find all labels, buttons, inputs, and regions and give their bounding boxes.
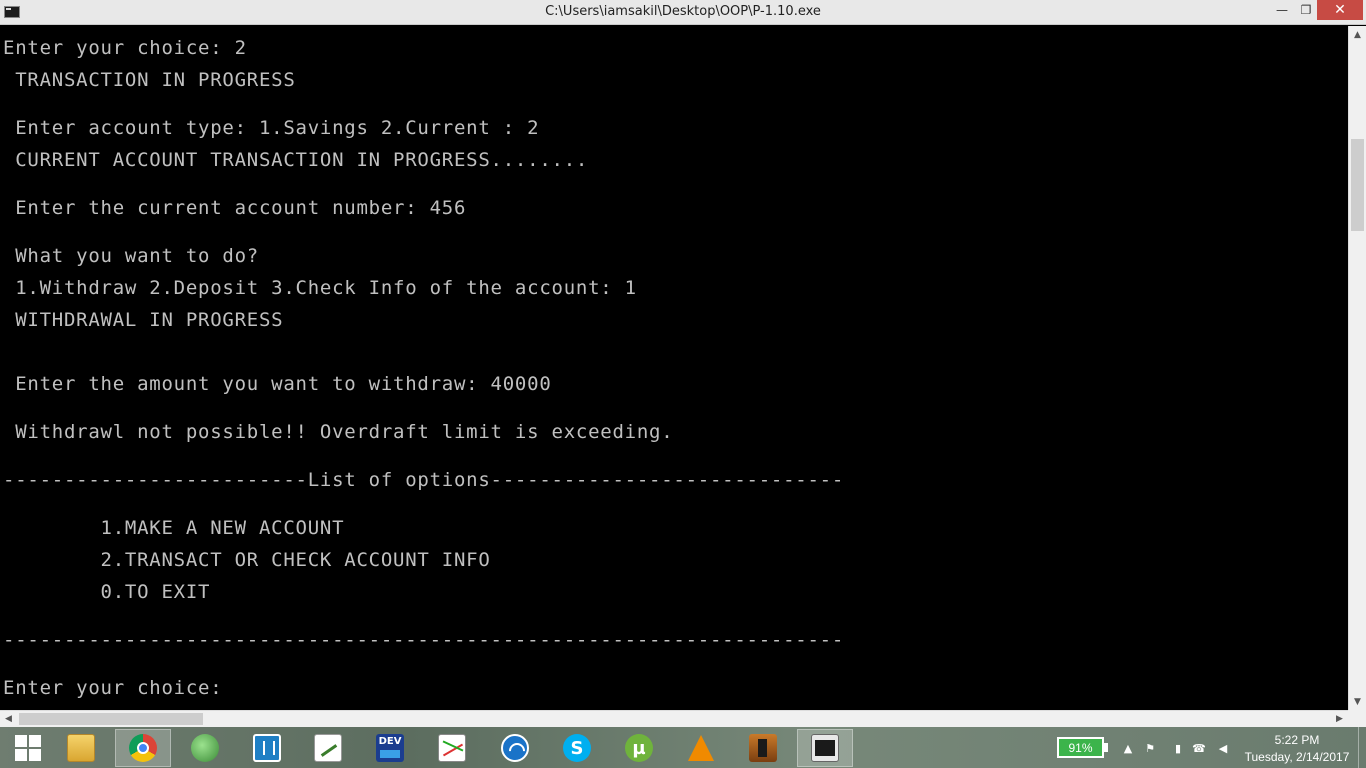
- horizontal-scroll-thumb[interactable]: [19, 713, 203, 725]
- chrome-icon: [129, 734, 157, 762]
- console-line: Enter account type: 1.Savings 2.Current …: [3, 117, 540, 139]
- graph-app-icon: [438, 734, 466, 762]
- restore-button[interactable]: ❐: [1292, 0, 1320, 20]
- battery-indicator[interactable]: 91%: [1057, 737, 1104, 758]
- network-icon[interactable]: ☎: [1192, 741, 1206, 755]
- code-editor-icon: [314, 734, 342, 762]
- console-line: Enter your choice: 2: [3, 37, 247, 59]
- console-line: WITHDRAWAL IN PROGRESS: [3, 309, 284, 331]
- console-line: 1.MAKE A NEW ACCOUNT: [3, 517, 345, 539]
- console-line: -------------------------List of options…: [3, 469, 845, 491]
- file-explorer-icon: [67, 734, 95, 762]
- taskbar-item-bracket-editor[interactable]: [239, 729, 295, 767]
- taskbar-item-skype[interactable]: S: [549, 729, 605, 767]
- console-line: Enter the amount you want to withdraw: 4…: [3, 373, 552, 395]
- battery-icon: [1104, 743, 1108, 752]
- taskbar-item-counter-strike[interactable]: [735, 729, 791, 767]
- horizontal-scrollbar[interactable]: ◀ ▶: [0, 710, 1348, 727]
- power-icon[interactable]: ▮: [1171, 741, 1185, 755]
- bracket-editor-icon: [253, 734, 281, 762]
- globe-app-icon: [191, 734, 219, 762]
- console-prompt: Enter your choice:: [3, 677, 223, 699]
- taskbar-item-utorrent[interactable]: µ: [611, 729, 667, 767]
- chevron-up-icon[interactable]: ▲: [1121, 741, 1135, 755]
- scroll-up-icon[interactable]: ▲: [1349, 26, 1366, 43]
- taskbar-item-file-explorer[interactable]: [53, 729, 109, 767]
- taskbar-item-chrome[interactable]: [115, 729, 171, 767]
- counter-strike-icon: [749, 734, 777, 762]
- scroll-right-icon[interactable]: ▶: [1331, 711, 1348, 727]
- scrollbar-corner: [1348, 710, 1366, 727]
- start-icon: [15, 735, 41, 761]
- window-title: C:\Users\iamsakil\Desktop\OOP\P-1.10.exe: [545, 4, 821, 19]
- title-bar: C:\Users\iamsakil\Desktop\OOP\P-1.10.exe…: [0, 0, 1366, 25]
- wifi-app-icon: [501, 734, 529, 762]
- skype-icon: S: [563, 734, 591, 762]
- scroll-left-icon[interactable]: ◀: [0, 711, 17, 727]
- console-line: ----------------------------------------…: [3, 629, 845, 651]
- vlc-icon: [688, 735, 714, 761]
- console-line: TRANSACTION IN PROGRESS: [3, 69, 296, 91]
- taskbar-item-console[interactable]: [797, 729, 853, 767]
- taskbar-item-graph-app[interactable]: [424, 729, 480, 767]
- taskbar-item-code-editor[interactable]: [300, 729, 356, 767]
- console-line: Enter the current account number: 456: [3, 197, 467, 219]
- close-button[interactable]: ✕: [1317, 0, 1363, 20]
- vertical-scrollbar[interactable]: ▲ ▼: [1348, 26, 1366, 710]
- volume-icon[interactable]: ◀: [1216, 741, 1230, 755]
- vertical-scroll-thumb[interactable]: [1351, 139, 1364, 231]
- console-line: 0.TO EXIT: [3, 581, 211, 603]
- flag-icon[interactable]: ⚑: [1143, 741, 1157, 755]
- taskbar: DEV S µ: [0, 727, 1366, 768]
- taskbar-item-dev-cpp[interactable]: DEV: [362, 729, 418, 767]
- console-output[interactable]: Enter your choice: 2 TRANSACTION IN PROG…: [0, 26, 1348, 710]
- clock-time[interactable]: 5:22 PM: [1244, 733, 1350, 747]
- utorrent-icon: µ: [625, 734, 653, 762]
- scroll-down-icon[interactable]: ▼: [1349, 693, 1366, 710]
- console-line: Withdrawl not possible!! Overdraft limit…: [3, 421, 674, 443]
- console-line: CURRENT ACCOUNT TRANSACTION IN PROGRESS.…: [3, 149, 589, 171]
- console-line: What you want to do?: [3, 245, 259, 267]
- clock-date[interactable]: Tuesday, 2/14/2017: [1244, 750, 1350, 764]
- taskbar-item-wifi-app[interactable]: [487, 729, 543, 767]
- taskbar-item-vlc[interactable]: [673, 729, 729, 767]
- console-line: 1.Withdraw 2.Deposit 3.Check Info of the…: [3, 277, 637, 299]
- taskbar-item-globe-app[interactable]: [177, 729, 233, 767]
- show-desktop-button[interactable]: [1358, 727, 1366, 768]
- console-window-icon: [811, 734, 839, 762]
- console-line: 2.TRANSACT OR CHECK ACCOUNT INFO: [3, 549, 491, 571]
- start-button[interactable]: [0, 729, 56, 767]
- dev-cpp-icon: DEV: [376, 734, 404, 762]
